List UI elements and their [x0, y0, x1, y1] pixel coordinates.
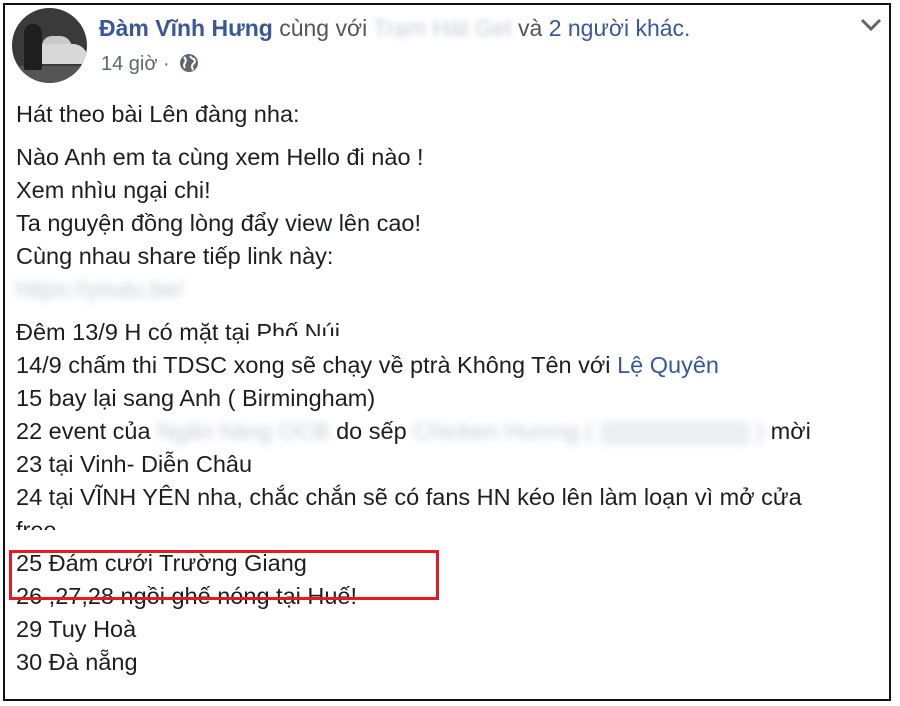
- line-text: free: [16, 517, 57, 530]
- blurred-link-line: https://youtu.be/: [16, 273, 886, 306]
- mention-link[interactable]: Lệ Quyên: [617, 352, 719, 378]
- blurred-link[interactable]: https://youtu.be/: [16, 276, 183, 302]
- post-line: 29 Tuy Hoà: [16, 616, 137, 642]
- post-line: 30 Đà nẵng: [16, 649, 138, 675]
- meta-separator: ·: [163, 53, 170, 75]
- highlight-box: [9, 550, 439, 600]
- chevron-down-icon[interactable]: [860, 17, 882, 38]
- avatar[interactable]: [12, 8, 87, 83]
- line-text: mời: [770, 418, 811, 444]
- post-line: free: [16, 514, 886, 547]
- post-meta: 14 giờ ·: [101, 53, 199, 79]
- author-name[interactable]: Đàm Vĩnh Hưng: [99, 15, 273, 41]
- post-line: 22 event của Ngân hàng OCB do sếp Chicke…: [16, 415, 886, 448]
- post-line: 24 tại VĨNH YÊN nha, chắc chắn sẽ có fan…: [16, 484, 802, 510]
- partially-hidden-text: Phố Núi: [256, 319, 340, 336]
- post-time[interactable]: 14 giờ: [101, 53, 157, 75]
- blurred-box: [599, 420, 750, 445]
- post-line: 15 bay lại sang Anh ( Birmingham): [16, 385, 376, 411]
- blurred-text: ): [756, 418, 765, 444]
- post-header: Đàm Vĩnh Hưng cùng với Trạm Hát Get và 2…: [99, 15, 690, 42]
- blurred-text: Ngân hàng OCB: [157, 418, 330, 444]
- with-text: cùng với: [279, 15, 368, 41]
- post-line: Xem nhìu ngại chi!: [16, 177, 211, 203]
- post-line: Cùng nhau share tiếp link này:: [16, 243, 334, 269]
- line-text: 14/9 chấm thi TDSC xong sẽ chạy về ptrà …: [16, 352, 611, 378]
- and-text: và: [518, 15, 543, 41]
- post-line: 14/9 chấm thi TDSC xong sẽ chạy về ptrà …: [16, 349, 886, 382]
- post-line: Nào Anh em ta cùng xem Hello đi nào !: [16, 144, 424, 170]
- globe-icon[interactable]: [179, 53, 199, 79]
- line-text: Đêm 13/9 H có mặt tại: [16, 319, 250, 345]
- post-line: 23 tại Vinh- Diễn Châu: [16, 451, 253, 477]
- post-line: Hát theo bài Lên đàng nha:: [16, 101, 300, 127]
- blurred-text: Chicken Hương: [413, 418, 579, 444]
- post-line: Ta nguyện đồng lòng đẩy view lên cao!: [16, 210, 422, 236]
- tagged-user-blurred[interactable]: Trạm Hát Get: [373, 15, 511, 41]
- blurred-text: (: [585, 418, 594, 444]
- line-text: do sếp: [336, 418, 407, 444]
- others-link[interactable]: 2 người khác.: [549, 15, 691, 41]
- line-text: 22 event của: [16, 418, 151, 444]
- post-frame: Đàm Vĩnh Hưng cùng với Trạm Hát Get và 2…: [3, 3, 891, 701]
- avatar-person: [24, 24, 42, 70]
- post-line: Đêm 13/9 H có mặt tại Phố Núi: [16, 316, 886, 349]
